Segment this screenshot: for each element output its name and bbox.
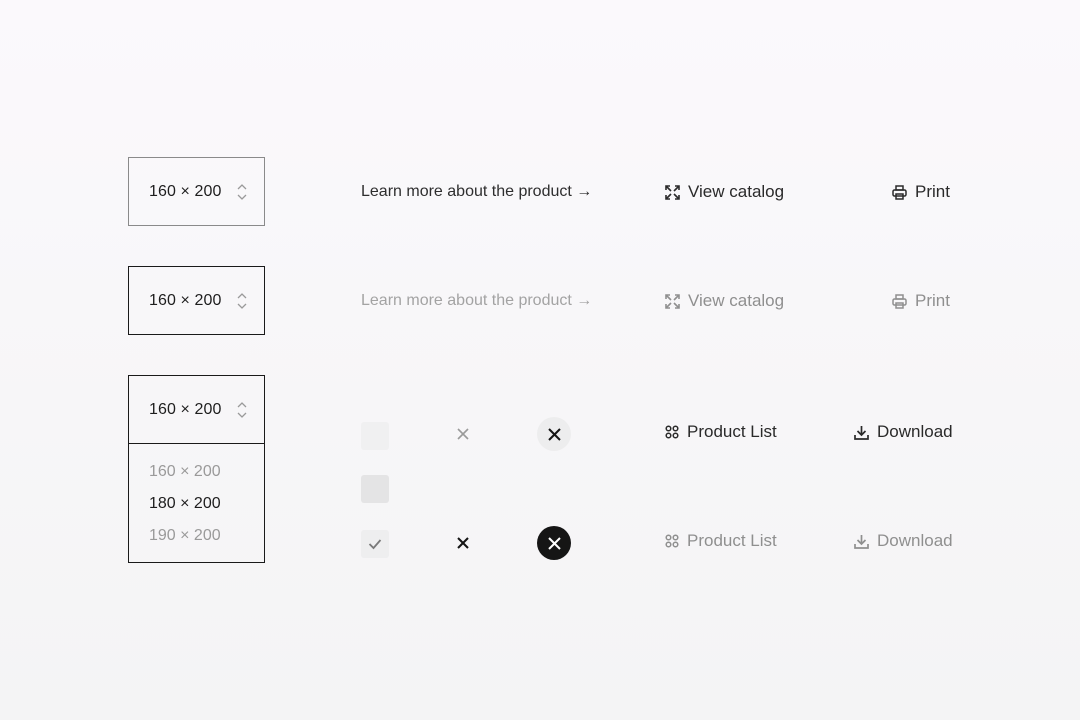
view-catalog-label: View catalog [688,182,785,201]
print-label: Print [915,182,950,201]
download-label: Download [877,422,953,441]
product-list-label: Product List [687,422,777,441]
size-select[interactable]: 160 × 200 [128,157,265,226]
close-icon [457,428,469,440]
grid-icon [665,534,679,548]
checkbox-checked[interactable] [361,530,389,558]
close-circle-button-light[interactable] [537,417,571,451]
print-button[interactable]: Print [892,182,950,202]
close-button-muted[interactable] [455,426,471,442]
view-catalog-button-muted[interactable]: View catalog [665,291,784,311]
close-icon [547,536,561,550]
close-circle-button-dark[interactable] [537,526,571,560]
size-dropdown: 160 × 200 180 × 200 190 × 200 [128,443,265,563]
size-select-value: 160 × 200 [149,183,222,200]
expand-icon [665,293,680,309]
dropdown-option[interactable]: 190 × 200 [149,526,221,546]
learn-more-link-disabled[interactable]: Learn more about the product → [361,291,592,311]
download-button-muted[interactable]: Download [854,531,953,551]
printer-icon [892,184,907,200]
stepper-icon[interactable] [236,292,248,310]
size-select-focused[interactable]: 160 × 200 [128,266,265,335]
close-icon [547,427,561,441]
stepper-icon[interactable] [236,401,248,419]
view-catalog-button[interactable]: View catalog [665,182,784,202]
view-catalog-label: View catalog [688,291,785,310]
check-icon [368,539,382,550]
product-list-label: Product List [687,531,777,550]
print-label: Print [915,291,950,310]
printer-icon [892,293,907,309]
checkbox-hover[interactable] [361,475,389,503]
size-select-value: 160 × 200 [149,292,222,309]
download-icon [854,425,869,440]
close-button[interactable] [455,535,471,551]
print-button-muted[interactable]: Print [892,291,950,311]
size-select-value: 160 × 200 [149,401,222,418]
dropdown-option-selected[interactable]: 180 × 200 [149,494,221,514]
download-label: Download [877,531,953,550]
download-icon [854,534,869,549]
product-list-button[interactable]: Product List [665,422,777,442]
expand-icon [665,184,680,200]
grid-icon [665,425,679,439]
checkbox-disabled[interactable] [361,422,389,450]
close-icon [457,537,469,549]
download-button[interactable]: Download [854,422,953,442]
stepper-icon[interactable] [236,183,248,201]
dropdown-option[interactable]: 160 × 200 [149,462,221,482]
product-list-button-muted[interactable]: Product List [665,531,777,551]
size-select-open[interactable]: 160 × 200 [128,375,265,444]
learn-more-link[interactable]: Learn more about the product → [361,182,592,202]
